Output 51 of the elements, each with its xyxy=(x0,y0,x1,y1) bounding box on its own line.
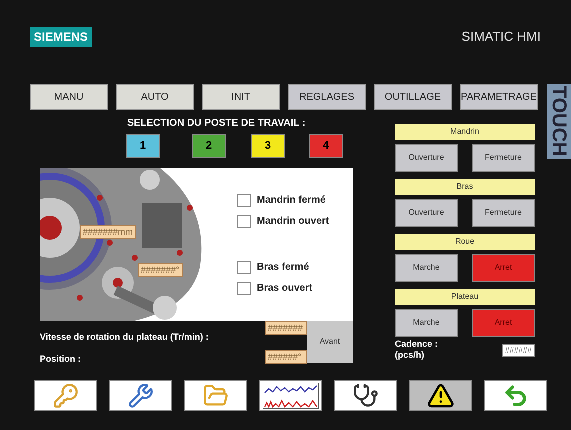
cadence-unit: (pcs/h) xyxy=(395,350,426,361)
readout-label: Position : xyxy=(40,352,82,366)
station-button[interactable]: 3 xyxy=(251,134,285,158)
avant-button[interactable]: Avant xyxy=(307,321,353,363)
toolbar-button[interactable] xyxy=(259,380,322,411)
value-field: #######mm xyxy=(80,225,136,239)
menu-tab[interactable]: AUTO xyxy=(116,84,194,110)
station-button[interactable]: 4 xyxy=(309,134,343,158)
group-header: Roue xyxy=(395,234,535,250)
section-title: SELECTION DU POSTE DE TRAVAIL : xyxy=(127,117,306,131)
group-header: Mandrin xyxy=(395,124,535,140)
menu-tab[interactable]: OUTILLAGE xyxy=(374,84,452,110)
control-button[interactable]: Fermeture xyxy=(472,144,535,172)
value-field: ####### xyxy=(265,321,307,335)
touch-label: TOUCH xyxy=(547,84,571,159)
control-button[interactable]: Ouverture xyxy=(395,144,458,172)
cadence-field: ###### xyxy=(502,344,535,356)
stethoscope-icon xyxy=(352,382,378,408)
checkbox[interactable] xyxy=(237,194,251,207)
group-header: Plateau xyxy=(395,289,535,305)
checkbox[interactable] xyxy=(237,261,251,274)
checkbox[interactable] xyxy=(237,215,251,228)
checkbox[interactable] xyxy=(237,282,251,295)
folder-icon xyxy=(202,382,228,408)
wrench-icon xyxy=(128,382,154,408)
station-button[interactable]: 2 xyxy=(192,134,226,158)
checkbox-label: Bras ouvert xyxy=(257,282,313,296)
readout-label: Vitesse de rotation du plateau (Tr/min) : xyxy=(40,331,210,344)
value-field: ######° xyxy=(265,350,307,364)
checkbox-label: Bras fermé xyxy=(257,261,310,275)
warning-icon xyxy=(426,382,454,410)
brand-logo: SIEMENS xyxy=(30,27,92,47)
checkbox-label: Mandrin fermé xyxy=(257,194,326,208)
control-button[interactable]: Marche xyxy=(395,309,458,337)
control-button[interactable]: Fermeture xyxy=(472,199,535,227)
menu-tab[interactable]: PARAMETRAGE xyxy=(460,84,538,110)
control-button[interactable]: Ouverture xyxy=(395,199,458,227)
menu-tab[interactable]: MANU xyxy=(30,84,108,110)
checkbox-label: Mandrin ouvert xyxy=(257,215,330,229)
toolbar-button[interactable] xyxy=(409,380,472,411)
control-button[interactable]: Marche xyxy=(395,254,458,282)
value-field: #######° xyxy=(138,263,183,277)
toolbar-button[interactable] xyxy=(334,380,397,411)
trend-chart-icon xyxy=(262,382,318,408)
key-icon xyxy=(52,382,78,408)
station-button[interactable]: 1 xyxy=(126,134,160,158)
product-name: SIMATIC HMI xyxy=(462,28,541,46)
cadence-label: Cadence : xyxy=(395,339,438,350)
menu-tab[interactable]: REGLAGES xyxy=(288,84,366,110)
menu-tab[interactable]: INIT xyxy=(202,84,280,110)
group-header: Bras xyxy=(395,179,535,195)
